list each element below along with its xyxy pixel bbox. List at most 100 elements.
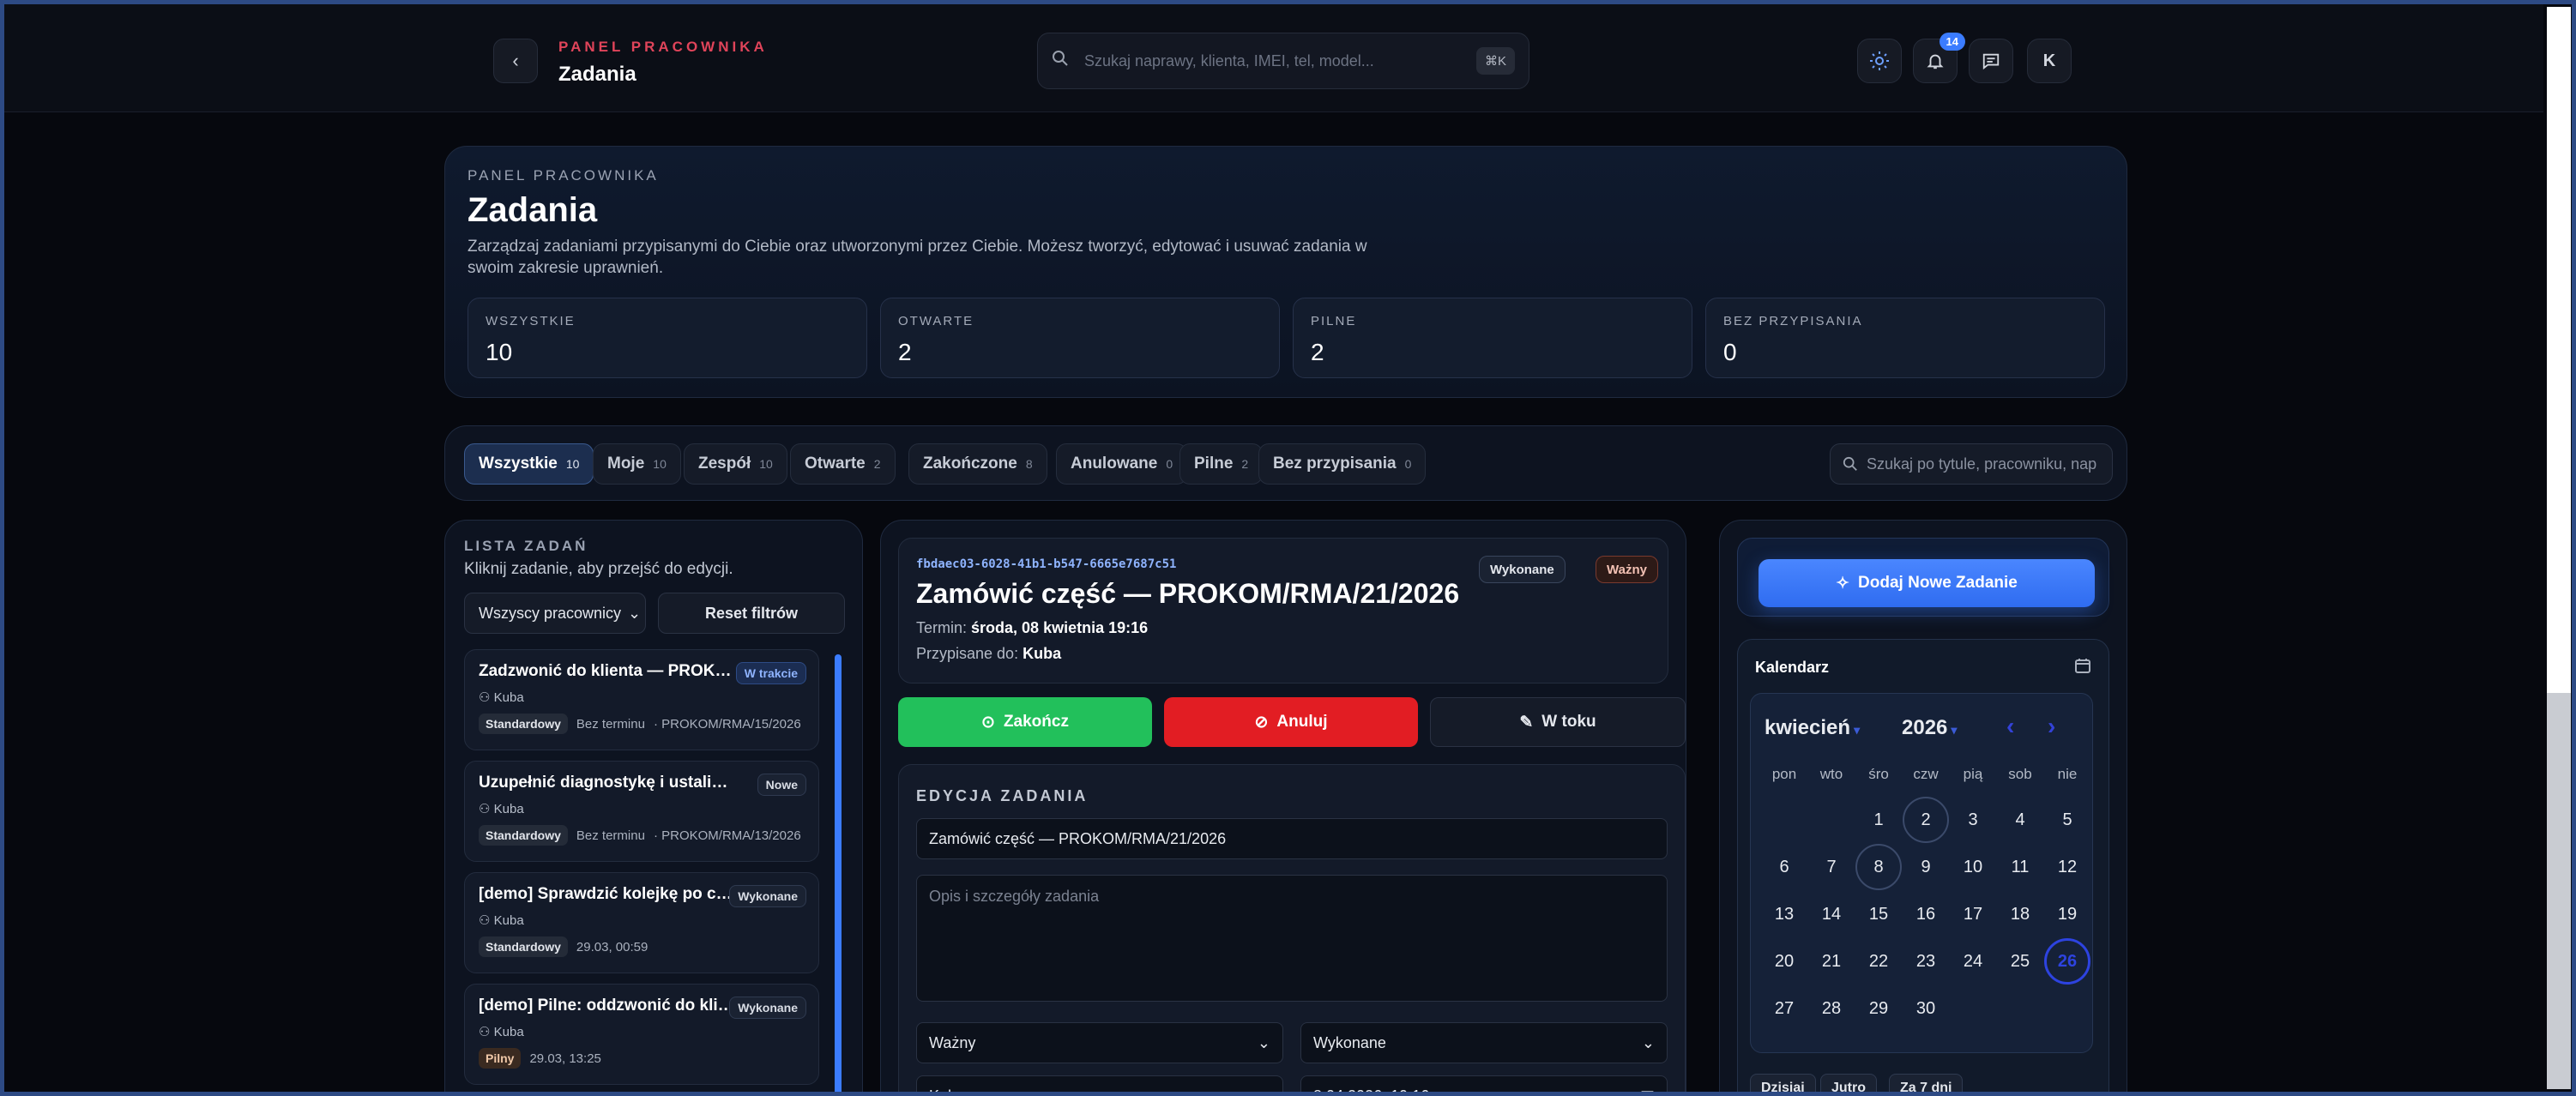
calendar-day[interactable]: 5 <box>2044 797 2090 843</box>
status-select[interactable]: Wykonane ⌄ <box>1300 1022 1668 1063</box>
calendar-day[interactable]: 3 <box>1950 797 1996 843</box>
task-search[interactable]: Szukaj po tytule, pracowniku, nap <box>1830 443 2113 485</box>
calendar-day[interactable]: 21 <box>1808 938 1855 985</box>
calendar-day[interactable]: 2 <box>1903 797 1949 843</box>
notifications-button[interactable]: 14 <box>1913 33 1965 83</box>
prev-month-button[interactable]: ‹ <box>2006 713 2014 740</box>
month-select[interactable]: kwiecień ▾ <box>1765 716 1860 740</box>
tab-unassigned[interactable]: Bez przypisania 0 <box>1258 443 1427 485</box>
task-date: 29.03, 00:59 <box>576 939 649 954</box>
global-search-input[interactable]: Szukaj naprawy, klienta, IMEI, tel, mode… <box>1084 52 1476 70</box>
chat-icon <box>1982 53 2000 70</box>
datetime-input[interactable]: 8.04.2026, 19:16 ▦ <box>1300 1075 1668 1096</box>
calendar-day[interactable]: 24 <box>1950 938 1996 985</box>
add-task-button[interactable]: ✧ Dodaj Nowe Zadanie <box>1759 559 2095 607</box>
select-value: Ważny <box>929 1033 976 1051</box>
task-search-input[interactable]: Szukaj po tytule, pracowniku, nap <box>1867 455 2096 473</box>
page-title: Zadania <box>558 63 636 86</box>
sun-icon <box>1870 51 1889 70</box>
calendar-day[interactable]: 6 <box>1761 844 1807 890</box>
quick-tomorrow-button[interactable]: Jutro <box>1820 1074 1877 1096</box>
list-item[interactable]: Zadzwonić do klienta — PROKOM/RMA/15/202… <box>464 649 819 750</box>
avatar[interactable]: K <box>2027 39 2072 83</box>
task-detail-panel: fbdaec03-6028-41b1-b547-6665e7687c51 Wyk… <box>880 520 1686 1096</box>
tab-cancelled[interactable]: Anulowane 0 <box>1056 443 1188 485</box>
task-description-textarea[interactable]: Opis i szczegóły zadania <box>916 875 1668 1002</box>
button-label: Dodaj Nowe Zadanie <box>1858 574 2018 592</box>
calendar-day[interactable]: 7 <box>1808 844 1855 890</box>
weekday-label: pią <box>1963 766 1983 782</box>
back-button[interactable]: ‹ <box>493 39 538 83</box>
priority-badge: Ważny <box>1596 556 1658 583</box>
calendar-day[interactable]: 26 <box>2044 938 2090 985</box>
calendar-day[interactable]: 14 <box>1808 891 1855 937</box>
priority-chip: Standardowy <box>479 714 568 734</box>
tab-open[interactable]: Otwarte 2 <box>790 443 896 485</box>
pencil-icon: ✎ <box>1519 713 1534 732</box>
quick-today-button[interactable]: Dzisiaj <box>1750 1074 1816 1096</box>
tab-urgent[interactable]: Pilne 2 <box>1179 443 1264 485</box>
tab-mine[interactable]: Moje 10 <box>593 443 681 485</box>
stat-value: 2 <box>898 339 912 365</box>
calendar-day[interactable]: 29 <box>1855 985 1902 1032</box>
calendar-day[interactable]: 4 <box>1997 797 2043 843</box>
calendar-day[interactable]: 16 <box>1903 891 1949 937</box>
calendar-day[interactable]: 8 <box>1855 844 1902 890</box>
status-badge: Wykonane <box>1479 556 1566 583</box>
calendar-day[interactable]: 11 <box>1997 844 2043 890</box>
tab-team[interactable]: Zespół 10 <box>684 443 787 485</box>
task-date: Bez terminu <box>576 828 645 843</box>
calendar-day[interactable]: 22 <box>1855 938 1902 985</box>
page-scrollbar-thumb[interactable] <box>2547 7 2571 693</box>
calendar-day[interactable]: 18 <box>1997 891 2043 937</box>
calendar-day[interactable]: 28 <box>1808 985 1855 1032</box>
next-month-button[interactable]: › <box>2048 713 2055 740</box>
chevron-down-icon: ⌄ <box>1641 1033 1655 1051</box>
employee-filter-select[interactable]: Wszyscy pracownicy ⌄ <box>464 593 646 634</box>
chevron-down-icon: ▾ <box>1854 723 1861 737</box>
global-search[interactable]: Szukaj naprawy, klienta, IMEI, tel, mode… <box>1037 33 1529 89</box>
tab-label: Bez przypisania <box>1273 455 1397 473</box>
list-scrollbar[interactable] <box>835 654 842 1096</box>
calendar-day[interactable]: 12 <box>2044 844 2090 890</box>
tab-finished[interactable]: Zakończone 8 <box>908 443 1047 485</box>
calendar-day[interactable]: 25 <box>1997 938 2043 985</box>
calendar-day[interactable]: 20 <box>1761 938 1807 985</box>
task-meta: Pilny 29.03, 13:25 <box>479 1048 805 1069</box>
task-title-input[interactable]: Zamówić część — PROKOM/RMA/21/2026 <box>916 818 1668 859</box>
assignee-select[interactable]: Kuba ⌄ <box>916 1075 1283 1096</box>
calendar-day[interactable]: 9 <box>1903 844 1949 890</box>
calendar-day[interactable]: 23 <box>1903 938 1949 985</box>
theme-toggle-button[interactable] <box>1857 39 1902 83</box>
task-id: fbdaec03-6028-41b1-b547-6665e7687c51 <box>916 557 1177 571</box>
calendar: kwiecień ▾ 2026 ▾ ‹ › pon wto śro czw pią sob ni… <box>1750 693 2093 1053</box>
task-meta: Standardowy Bez terminu · PROKOM/RMA/13/20… <box>479 825 805 846</box>
task-assignee: ⚇ Kuba <box>479 801 805 816</box>
page-scrollbar[interactable] <box>2547 7 2571 1089</box>
year-select[interactable]: 2026 ▾ <box>1902 716 1957 740</box>
calendar-day[interactable]: 10 <box>1950 844 1996 890</box>
priority-select[interactable]: Ważny ⌄ <box>916 1022 1283 1063</box>
weekday-label: czw <box>1913 766 1939 782</box>
term-label: Termin: <box>916 619 968 636</box>
list-item[interactable]: [demo] Sprawdzić kolejkę po części Wykon… <box>464 872 819 973</box>
calendar-day[interactable]: 13 <box>1761 891 1807 937</box>
cancel-button[interactable]: ⊘ Anuluj <box>1164 697 1418 747</box>
list-item[interactable]: [demo] Pilne: oddzwonić do klienta Wykon… <box>464 984 819 1085</box>
notification-badge: 14 <box>1939 33 1965 51</box>
calendar-day[interactable]: 27 <box>1761 985 1807 1032</box>
reset-filters-button[interactable]: Reset filtrów <box>658 593 845 634</box>
list-item[interactable]: Uzupełnić diagnostykę i ustalić kolejne … <box>464 761 819 862</box>
calendar-day[interactable]: 19 <box>2044 891 2090 937</box>
calendar-day[interactable]: 30 <box>1903 985 1949 1032</box>
finish-button[interactable]: ⊙ Zakończ <box>898 697 1152 747</box>
messages-button[interactable] <box>1969 39 2013 83</box>
calendar-day[interactable]: 15 <box>1855 891 1902 937</box>
quick-7-days-button[interactable]: Za 7 dni <box>1889 1074 1964 1096</box>
calendar-day[interactable]: 1 <box>1855 797 1902 843</box>
stat-value: 2 <box>1311 339 1324 365</box>
in-progress-button[interactable]: ✎ W toku <box>1430 697 1686 747</box>
task-assigned: Przypisane do: Kuba <box>916 645 1061 663</box>
calendar-day[interactable]: 17 <box>1950 891 1996 937</box>
tab-all[interactable]: Wszystkie 10 <box>464 443 594 485</box>
